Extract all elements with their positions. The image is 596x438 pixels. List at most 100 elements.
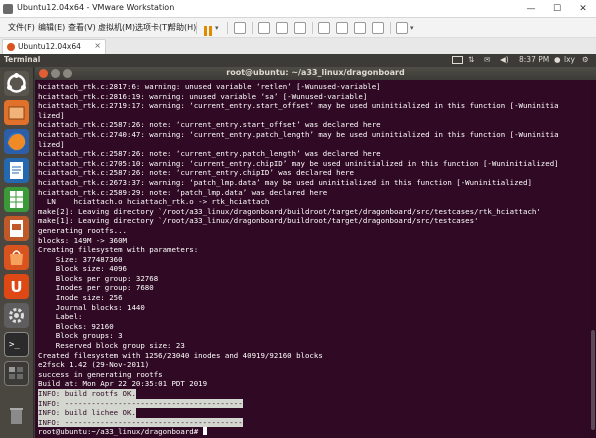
terminal-titlebar: root@ubuntu: ~/a33_linux/dragonboard <box>35 67 596 80</box>
volume-indicator-icon[interactable]: ◀) <box>500 55 509 64</box>
ubuntu-top-panel: Terminal ⇅ ✉ ◀) 8:37 PM ● lxy ⚙ <box>0 54 596 67</box>
revert-snapshot-icon[interactable] <box>276 22 288 34</box>
thumbnail-icon[interactable] <box>336 22 348 34</box>
pause-icon[interactable] <box>202 22 214 36</box>
terminal-line: blocks: 149M -> 360M <box>38 235 127 245</box>
session-gear-icon[interactable]: ⚙ <box>582 55 589 64</box>
toolbar-separator <box>252 22 253 34</box>
menu-file[interactable]: 文件(F) <box>8 18 35 38</box>
shell-prompt: root@ubuntu:~/a33_linux/dragonboard# <box>38 427 203 437</box>
vmware-menubar: 文件(F) 编辑(E) 查看(V) 虚拟机(M) 选项卡(T) 帮助(H) ▾ … <box>0 18 596 38</box>
terminal-line: hciattach_rtk.c:2589:29: note: ‘patch_lm… <box>38 187 328 197</box>
tab-ubuntu-vm[interactable]: Ubuntu12.04x64 × <box>2 39 106 54</box>
toolbar-separator <box>390 22 391 34</box>
terminal-line: hciattach_rtk.c:2817:6: warning: unused … <box>38 82 381 91</box>
ubuntu-one-icon[interactable]: U <box>4 274 29 299</box>
clock[interactable]: 8:37 PM <box>519 55 549 64</box>
terminal-line: lized] <box>38 139 65 149</box>
terminal-line: hciattach_rtk.c:2740:47: warning: ‘curre… <box>38 129 559 139</box>
terminal-line: Blocks: 92160 <box>38 321 114 331</box>
firefox-icon[interactable] <box>4 129 29 154</box>
toolbar-separator <box>312 22 313 34</box>
svg-text:U: U <box>10 278 22 296</box>
selected-terminal-line: INFO: build lichee OK. <box>38 408 136 418</box>
writer-icon[interactable] <box>4 158 29 183</box>
mail-indicator-icon[interactable]: ✉ <box>484 55 490 64</box>
terminal-line: hciattach_rtk.c:2719:17: warning: ‘curre… <box>38 101 559 111</box>
tab-label: Ubuntu12.04x64 <box>18 42 81 51</box>
menu-vm[interactable]: 虚拟机(M) <box>98 18 135 38</box>
files-icon[interactable] <box>4 100 29 125</box>
system-settings-icon[interactable] <box>4 303 29 328</box>
menu-help[interactable]: 帮助(H) <box>168 18 196 38</box>
terminal-line: hciattach_rtk.c:2587:26: note: ‘current_… <box>38 168 354 178</box>
terminal-line: Build at: Mon Apr 22 20:35:01 PDT 2019 <box>38 379 208 389</box>
svg-text:>_: >_ <box>9 340 20 350</box>
terminal-icon[interactable]: >_ <box>4 332 29 357</box>
window-title: Ubuntu12.04x64 - VMware Workstation <box>17 3 175 12</box>
terminal-line: LN hciattach.o hciattach_rtk.o -> rtk_hc… <box>38 197 270 207</box>
terminal-line: Block groups: 3 <box>38 331 123 341</box>
view-dropdown-icon[interactable]: ▾ <box>410 22 418 34</box>
terminal-line: Reserved block group size: 23 <box>38 341 185 351</box>
terminal-window: root@ubuntu: ~/a33_linux/dragonboard hci… <box>35 67 596 438</box>
terminal-line: Inodes per group: 7680 <box>38 283 154 293</box>
terminal-line: make[1]: Leaving directory `/root/a33_li… <box>38 216 479 226</box>
network-indicator-icon[interactable]: ⇅ <box>468 55 474 64</box>
terminal-scrollbar[interactable] <box>590 80 596 438</box>
terminal-line: success in generating rootfs <box>38 369 163 379</box>
terminal-line: hciattach_rtk.c:2587:26: note: ‘current_… <box>38 120 381 130</box>
software-center-icon[interactable] <box>4 245 29 270</box>
close-button[interactable]: ✕ <box>570 0 596 18</box>
terminal-prompt-line[interactable]: root@ubuntu:~/a33_linux/dragonboard# <box>38 427 588 437</box>
menu-tabs[interactable]: 选项卡(T) <box>135 18 170 38</box>
console-view-icon[interactable] <box>396 22 408 34</box>
scrollbar-thumb[interactable] <box>591 330 595 430</box>
terminal-line: Creating filesystem with parameters: <box>38 245 199 255</box>
maximize-button[interactable]: ☐ <box>544 0 570 18</box>
workspace-switcher-icon[interactable] <box>4 361 29 386</box>
terminal-title: root@ubuntu: ~/a33_linux/dragonboard <box>226 68 405 77</box>
terminal-line-wrapper: INFO: ----------------------------------… <box>38 398 588 409</box>
terminal-line: hciattach_rtk.c:2587:26: note: ‘current_… <box>38 149 381 159</box>
user-indicator-icon[interactable]: ● <box>554 55 561 64</box>
terminal-line: Blocks per group: 32768 <box>38 273 159 283</box>
terminal-line: make[2]: Leaving directory `/root/a33_li… <box>38 206 541 216</box>
selected-terminal-line: INFO: ----------------------------------… <box>38 398 243 409</box>
terminal-line: generating rootfs... <box>38 225 127 235</box>
power-dropdown-icon[interactable]: ▾ <box>215 22 223 34</box>
view-library-icon[interactable] <box>318 22 330 34</box>
terminal-line-wrapper: INFO: ----------------------------------… <box>38 417 588 428</box>
terminal-line: Size: 377487360 <box>38 254 123 264</box>
menu-view[interactable]: 查看(V) <box>68 18 96 38</box>
trash-icon[interactable] <box>4 403 29 428</box>
terminal-line: hciattach_rtk.c:2816:19: warning: unused… <box>38 91 368 101</box>
impress-icon[interactable] <box>4 216 29 241</box>
snapshot-icon[interactable] <box>258 22 270 34</box>
terminal-line: Inode size: 256 <box>38 293 123 303</box>
tab-close-icon[interactable]: × <box>94 41 101 50</box>
keyboard-indicator-icon[interactable] <box>452 55 463 67</box>
vm-icon <box>7 43 15 51</box>
text-cursor <box>202 427 207 436</box>
toolbar-separator <box>196 22 197 34</box>
toolbar-separator <box>227 22 228 34</box>
vmware-app-icon <box>3 4 13 14</box>
user-name[interactable]: lxy <box>564 55 575 64</box>
terminal-output[interactable]: hciattach_rtk.c:2817:6: warning: unused … <box>35 80 590 438</box>
minimize-button[interactable]: — <box>518 0 544 18</box>
calc-icon[interactable] <box>4 187 29 212</box>
snapshot-manager-icon[interactable] <box>294 22 306 34</box>
terminal-line: e2fsck 1.42 (29-Nov-2011) <box>38 360 150 370</box>
unity-icon[interactable] <box>372 22 384 34</box>
menu-edit[interactable]: 编辑(E) <box>38 18 65 38</box>
selected-terminal-line: INFO: build rootfs OK. <box>38 389 136 399</box>
vm-tab-strip: Ubuntu12.04x64 × <box>0 38 596 54</box>
terminal-line-wrapper: INFO: build rootfs OK. <box>38 389 588 399</box>
full-screen-icon[interactable] <box>354 22 366 34</box>
terminal-line: Journal blocks: 1440 <box>38 302 145 312</box>
send-ctrl-alt-del-icon[interactable] <box>234 22 246 34</box>
terminal-line: Block size: 4096 <box>38 264 127 274</box>
selected-terminal-line: INFO: ----------------------------------… <box>38 417 243 428</box>
ubuntu-dash-icon[interactable] <box>4 71 29 96</box>
